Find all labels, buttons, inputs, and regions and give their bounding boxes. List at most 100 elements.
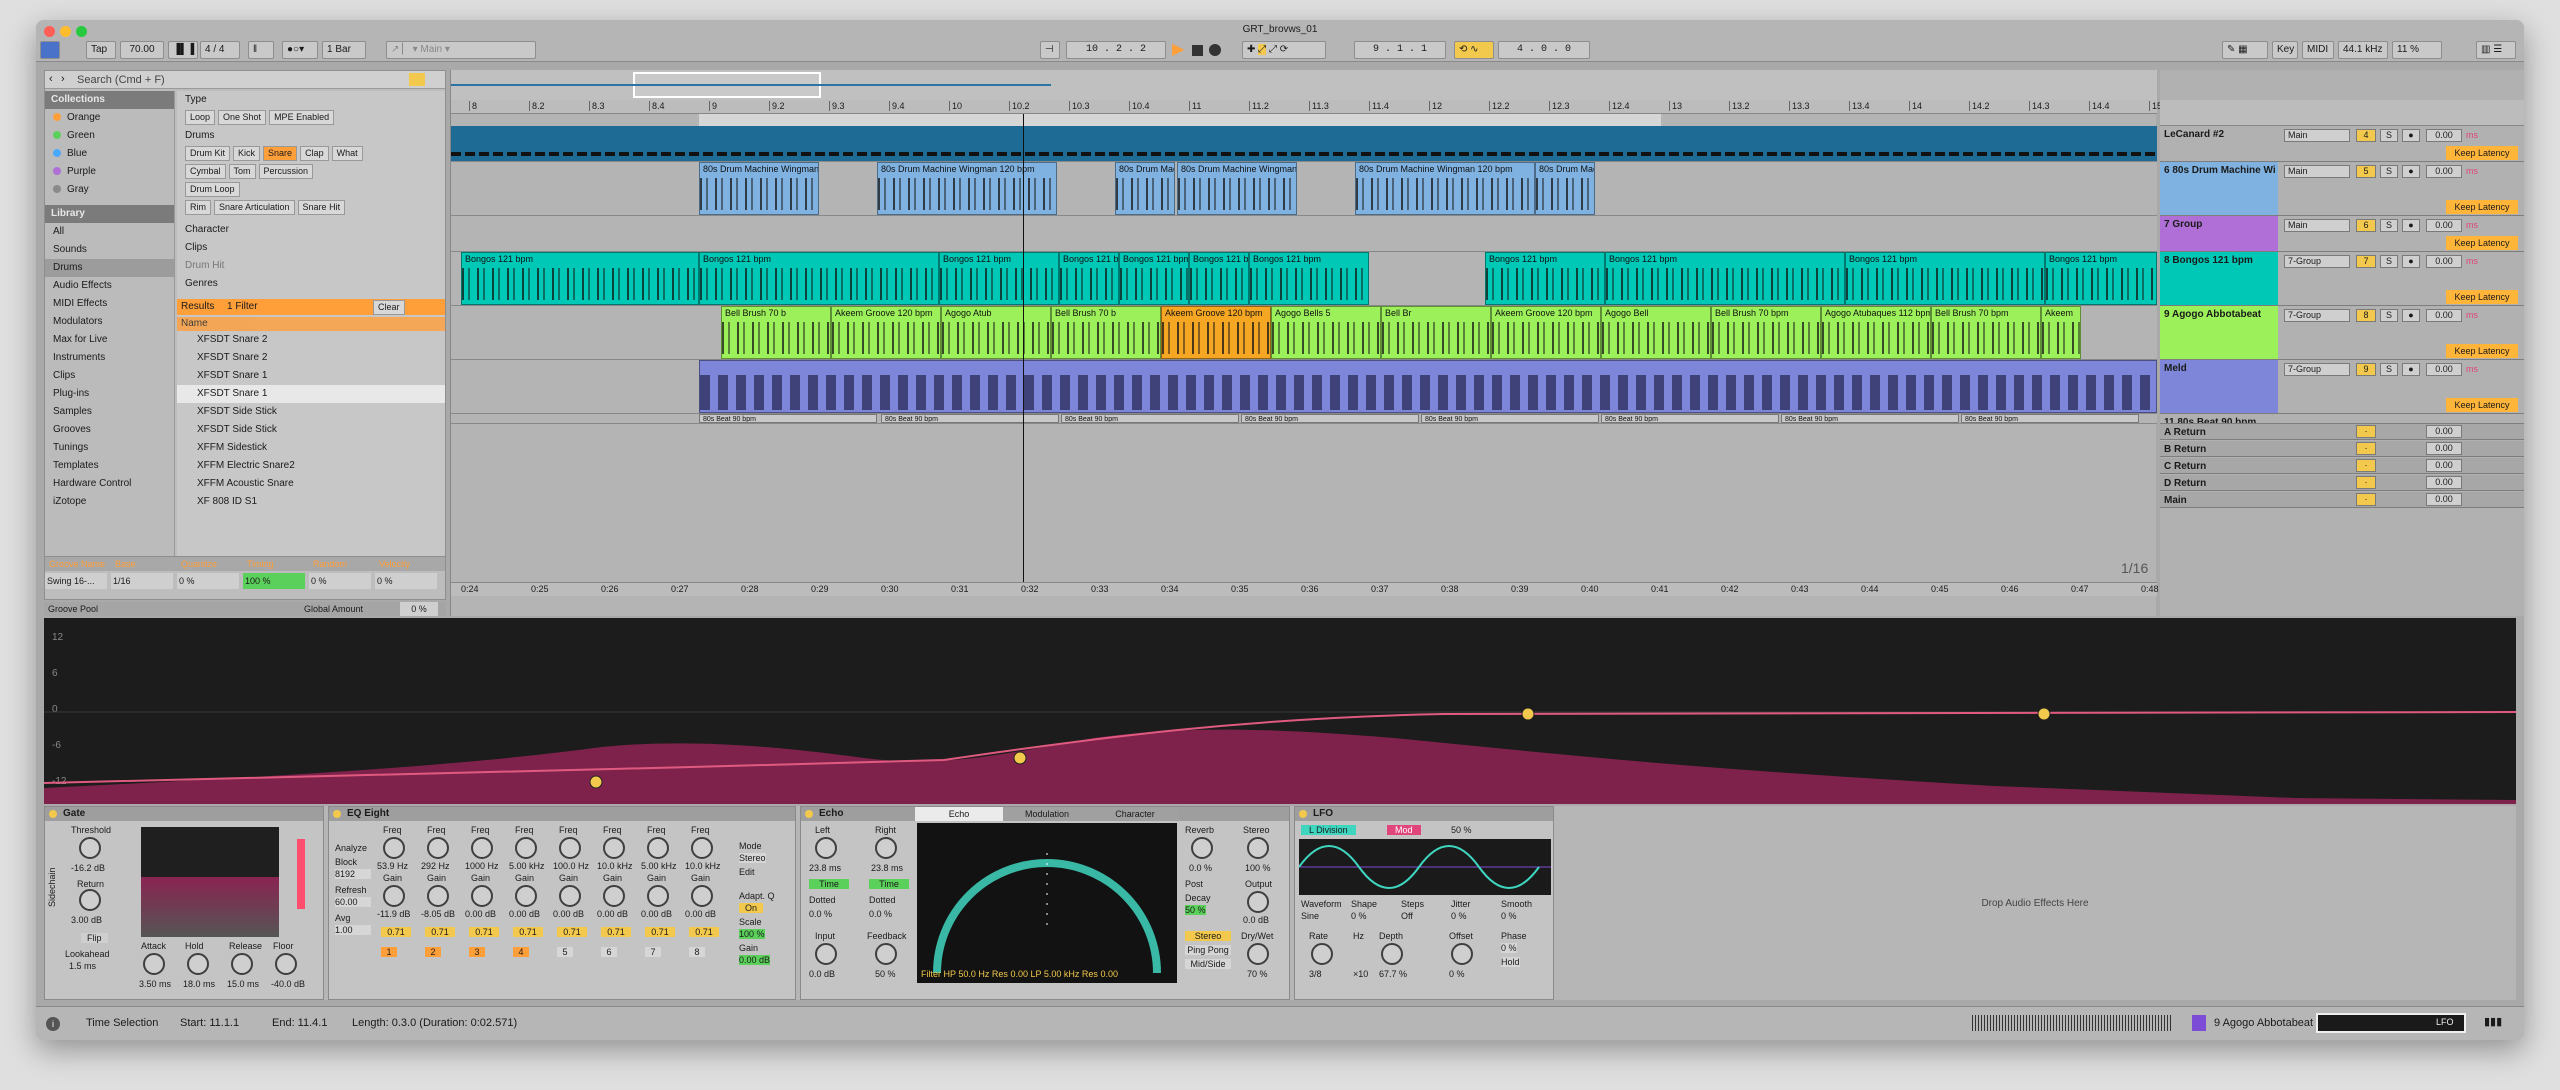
library-item[interactable]: Drums xyxy=(45,259,174,277)
clip[interactable]: 80s Beat 90 bpm xyxy=(1421,414,1599,423)
filter-clips[interactable]: Clips xyxy=(177,239,445,257)
pingpong-button[interactable]: Ping Pong xyxy=(1185,945,1231,955)
clip[interactable]: 80s Drum Machine Wingman 120 bpm xyxy=(1115,162,1175,215)
clip[interactable]: 80s Beat 90 bpm xyxy=(699,414,877,423)
band-q-value[interactable]: 0.71 xyxy=(557,927,587,937)
drywet-knob[interactable] xyxy=(1247,943,1269,965)
record-icon[interactable] xyxy=(1209,44,1221,56)
band-q-value[interactable]: 0.71 xyxy=(601,927,631,937)
collection-item[interactable]: Blue xyxy=(45,145,174,163)
tempo-field[interactable]: 70.00 xyxy=(120,41,164,59)
band-q-value[interactable]: 0.71 xyxy=(513,927,543,937)
clip[interactable]: 80s Drum Machine Wingman 120 bpm xyxy=(1535,162,1595,215)
return-name[interactable]: B Return xyxy=(2160,441,2278,456)
library-item[interactable]: Samples xyxy=(45,403,174,421)
tap-button[interactable]: Tap xyxy=(86,41,116,59)
return-activator[interactable]: · xyxy=(2356,425,2376,438)
groove-cell[interactable]: 0 % xyxy=(309,573,371,589)
gain-value[interactable]: 0.00 dB xyxy=(739,955,771,965)
lfo-x10-button[interactable]: ×10 xyxy=(1353,969,1368,979)
clip[interactable]: Agogo Atubaques 112 bpm xyxy=(1821,306,1931,359)
band-gain-knob[interactable] xyxy=(427,885,449,907)
results-filter[interactable]: 1 Filter xyxy=(227,301,258,312)
return-activator[interactable]: · xyxy=(2356,442,2376,455)
arrangement-icon[interactable]: ⊣ xyxy=(1040,41,1060,59)
clip[interactable]: Agogo Atub xyxy=(941,306,1051,359)
drum-tag[interactable]: Tom xyxy=(228,164,256,179)
clip[interactable]: 80s Beat 90 bpm xyxy=(1961,414,2139,423)
band-freq-value[interactable]: 100.0 Hz xyxy=(553,861,589,871)
clip[interactable]: 80s Drum Machine Wingman 120 bpm xyxy=(1355,162,1535,215)
clip[interactable]: 80s Drum Machine Wingman 120 bpm xyxy=(1177,162,1297,215)
search-input[interactable]: Search (Cmd + F) xyxy=(77,74,165,86)
collection-item[interactable]: Orange xyxy=(45,109,174,127)
clip[interactable]: Bell Br xyxy=(1381,306,1491,359)
track-activator[interactable]: 7 xyxy=(2356,255,2376,268)
result-item[interactable]: XFSDT Snare 1 xyxy=(177,385,445,403)
band-freq-value[interactable]: 292 Hz xyxy=(421,861,450,871)
echo-left-knob[interactable] xyxy=(815,837,837,859)
return-volume[interactable]: 0.00 xyxy=(2426,493,2462,506)
band-freq-knob[interactable] xyxy=(691,837,713,859)
echo-right-value[interactable]: 23.8 ms xyxy=(871,863,903,873)
band-freq-value[interactable]: 53.9 Hz xyxy=(377,861,408,871)
refresh-value[interactable]: 60.00 xyxy=(335,897,371,907)
draw-mode-icon[interactable]: ✎ ▦ xyxy=(2222,41,2268,59)
band-gain-value[interactable]: -8.05 dB xyxy=(421,909,455,919)
volume-field[interactable]: 0.00 xyxy=(2426,129,2462,142)
loop-toggle-icon[interactable]: ⟲ ∿ xyxy=(1454,41,1494,59)
echo-filter-readout[interactable]: Filter HP 50.0 Hz Res 0.00 LP 5.00 kHz R… xyxy=(921,969,1118,979)
track-lane[interactable] xyxy=(451,360,2157,414)
volume-field[interactable]: 0.00 xyxy=(2426,219,2462,232)
eq-band-point[interactable] xyxy=(589,775,603,789)
band-q-value[interactable]: 0.71 xyxy=(645,927,675,937)
echo-tab[interactable]: Character xyxy=(1091,807,1179,821)
lfo-mod-button[interactable]: Mod xyxy=(1387,825,1421,835)
clip[interactable]: 80s Beat 90 bpm xyxy=(1061,414,1239,423)
grid-label[interactable]: 1/16 xyxy=(2121,560,2148,576)
groove-column-header[interactable]: Random xyxy=(309,557,375,571)
echo-offset-right[interactable]: 0.0 % xyxy=(869,909,892,919)
clip[interactable]: Akeem Groove 120 bpm xyxy=(831,306,941,359)
band-gain-knob[interactable] xyxy=(559,885,581,907)
return-volume[interactable]: 0.00 xyxy=(2426,476,2462,489)
zoom-icon[interactable] xyxy=(76,26,87,37)
band-toggle[interactable]: 5 xyxy=(557,947,573,957)
mpe-tag[interactable]: MPE Enabled xyxy=(269,110,335,125)
time-signature[interactable]: 4 / 4 xyxy=(200,41,240,59)
time-ruler[interactable]: 0:24 0:25 0:26 0:27 0:28 0:29 0:30 0:31 0:32 0:33… xyxy=(451,582,2159,596)
back-icon[interactable]: ‹ xyxy=(49,73,53,85)
reverb-knob[interactable] xyxy=(1191,837,1213,859)
echo-left-value[interactable]: 23.8 ms xyxy=(809,863,841,873)
band-gain-knob[interactable] xyxy=(471,885,493,907)
clip[interactable]: Agogo Bell xyxy=(1601,306,1711,359)
library-item[interactable]: Tunings xyxy=(45,439,174,457)
echo-time-right[interactable]: Time xyxy=(869,879,909,889)
track-activator[interactable]: 4 xyxy=(2356,129,2376,142)
eq-spectrum[interactable]: 12 6 0 -6 -12 xyxy=(43,618,2517,804)
track-activator[interactable]: 5 xyxy=(2356,165,2376,178)
bar-ruler[interactable]: 8 8.2 8.3 8.4 9 9.2 9.3 9.4 10 10.2 10.3 10.4 11 11.2… xyxy=(451,100,2162,114)
band-freq-knob[interactable] xyxy=(647,837,669,859)
library-item[interactable]: Sounds xyxy=(45,241,174,259)
track-lane[interactable] xyxy=(451,216,2157,252)
filter-genres[interactable]: Genres xyxy=(177,275,445,293)
groove-row[interactable]: Swing 16-... 1/16 0 % 100 % 0 % 0 % xyxy=(45,573,445,589)
output-value[interactable]: 0.0 dB xyxy=(1243,915,1269,925)
lfo-hold-button[interactable]: Hold xyxy=(1501,957,1520,967)
eq-band-point[interactable] xyxy=(1521,707,1535,721)
floor-value[interactable]: -40.0 dB xyxy=(271,979,305,989)
solo-button[interactable]: S xyxy=(2380,165,2398,178)
groove-cell[interactable]: 1/16 xyxy=(111,573,173,589)
keep-latency-button[interactable]: Keep Latency xyxy=(2446,290,2518,304)
loop-tag[interactable]: Loop xyxy=(185,110,216,125)
output-routing[interactable]: 7-Group xyxy=(2284,309,2350,322)
threshold-knob[interactable] xyxy=(79,837,101,859)
lfo-phase-value[interactable]: 0 % xyxy=(1501,943,1517,953)
band-freq-value[interactable]: 5.00 kHz xyxy=(641,861,677,871)
automation-selector[interactable]: ↗ ▏ ▾ Main ▾ xyxy=(386,41,536,59)
band-freq-knob[interactable] xyxy=(603,837,625,859)
threshold-value[interactable]: -16.2 dB xyxy=(71,863,105,873)
scale-value[interactable]: 100 % xyxy=(739,929,765,939)
collection-item[interactable]: Gray xyxy=(45,181,174,199)
